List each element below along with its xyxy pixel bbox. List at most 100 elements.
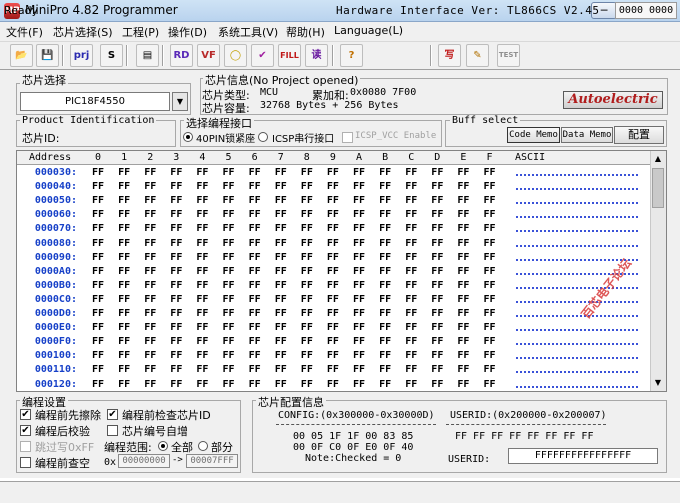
hex-byte-cell[interactable]: FF — [301, 364, 313, 375]
hex-byte-cell[interactable]: FF — [170, 364, 182, 375]
hex-byte-cell[interactable]: FF — [301, 266, 313, 277]
hex-byte-cell[interactable]: FF — [301, 252, 313, 263]
hex-byte-cell[interactable]: FF — [457, 350, 469, 361]
hex-byte-cell[interactable]: FF — [301, 223, 313, 234]
hex-byte-cell[interactable]: FF — [484, 280, 496, 291]
checkbox-pre-erase[interactable]: ✔ — [20, 409, 31, 420]
hex-byte-cell[interactable]: FF — [196, 322, 208, 333]
hex-byte-cell[interactable]: FF — [249, 209, 261, 220]
open-folder-icon[interactable]: 📂 — [10, 44, 33, 67]
hex-byte-cell[interactable]: FF — [196, 223, 208, 234]
hex-byte-cell[interactable]: FF — [405, 223, 417, 234]
hex-byte-cell[interactable]: FF — [92, 350, 104, 361]
hex-byte-cell[interactable]: FF — [327, 252, 339, 263]
hex-byte-cell[interactable]: FF — [379, 336, 391, 347]
checkbox-icsp-vcc[interactable] — [342, 132, 353, 143]
hex-byte-cell[interactable]: FF — [92, 266, 104, 277]
hex-byte-cell[interactable]: FF — [196, 266, 208, 277]
hex-byte-cell[interactable]: FF — [118, 223, 130, 234]
hex-byte-cell[interactable]: FF — [249, 223, 261, 234]
hex-byte-cell[interactable]: FF — [353, 379, 365, 390]
hex-byte-cell[interactable]: FF — [144, 294, 156, 305]
hex-byte-cell[interactable]: FF — [196, 364, 208, 375]
hex-byte-cell[interactable]: FF — [249, 322, 261, 333]
radio-40pin-label[interactable]: 40PIN锁紧座 — [196, 130, 255, 145]
blank-check-icon[interactable]: ◯ — [224, 44, 247, 67]
code-memo-button[interactable]: Code Memo — [507, 127, 560, 143]
hex-byte-cell[interactable]: FF — [275, 195, 287, 206]
test-icon[interactable]: TEST — [497, 44, 520, 67]
hex-byte-cell[interactable]: FF — [223, 167, 235, 178]
hex-byte-cell[interactable]: FF — [118, 336, 130, 347]
hex-byte-cell[interactable]: FF — [118, 195, 130, 206]
hex-byte-cell[interactable]: FF — [327, 266, 339, 277]
hex-byte-cell[interactable]: FF — [484, 350, 496, 361]
hex-byte-cell[interactable]: FF — [301, 195, 313, 206]
scroll-down-icon[interactable]: ▼ — [651, 376, 665, 390]
hex-byte-cell[interactable]: FF — [457, 181, 469, 192]
hex-byte-cell[interactable]: FF — [275, 379, 287, 390]
hex-byte-cell[interactable]: FF — [118, 209, 130, 220]
hex-byte-cell[interactable]: FF — [249, 364, 261, 375]
hex-byte-cell[interactable]: FF — [92, 379, 104, 390]
hex-byte-cell[interactable]: FF — [484, 167, 496, 178]
hex-byte-cell[interactable]: FF — [457, 322, 469, 333]
hex-byte-cell[interactable]: FF — [353, 350, 365, 361]
hex-byte-cell[interactable]: FF — [92, 195, 104, 206]
menu-file[interactable]: 文件(F) — [6, 24, 43, 40]
hex-byte-cell[interactable]: FF — [92, 252, 104, 263]
hex-byte-cell[interactable]: FF — [379, 238, 391, 249]
hex-byte-cell[interactable]: FF — [118, 167, 130, 178]
hex-byte-cell[interactable]: FF — [353, 181, 365, 192]
hex-byte-cell[interactable]: FF — [170, 167, 182, 178]
hex-byte-cell[interactable]: FF — [431, 252, 443, 263]
checkbox-serial-inc[interactable] — [107, 425, 118, 436]
hex-byte-cell[interactable]: FF — [170, 308, 182, 319]
hex-byte-cell[interactable]: FF — [249, 181, 261, 192]
hex-byte-cell[interactable]: FF — [144, 223, 156, 234]
hex-byte-cell[interactable]: FF — [118, 252, 130, 263]
hex-byte-cell[interactable]: FF — [144, 364, 156, 375]
hex-byte-cell[interactable]: FF — [327, 209, 339, 220]
hex-byte-cell[interactable]: FF — [405, 181, 417, 192]
hex-byte-cell[interactable]: FF — [431, 350, 443, 361]
hex-byte-cell[interactable]: FF — [275, 364, 287, 375]
hex-byte-cell[interactable]: FF — [301, 322, 313, 333]
hex-byte-cell[interactable]: FF — [92, 280, 104, 291]
userid-input[interactable]: FFFFFFFFFFFFFFFF — [508, 448, 658, 464]
hex-byte-cell[interactable]: FF — [118, 181, 130, 192]
chip-select-combobox[interactable]: PIC18F4550 — [20, 92, 170, 111]
hex-byte-cell[interactable]: FF — [170, 336, 182, 347]
hex-byte-cell[interactable]: FF — [223, 238, 235, 249]
hex-byte-cell[interactable]: FF — [353, 308, 365, 319]
hex-byte-cell[interactable]: FF — [275, 209, 287, 220]
menu-project[interactable]: 工程(P) — [122, 24, 159, 40]
hex-byte-cell[interactable]: FF — [327, 238, 339, 249]
hex-byte-cell[interactable]: FF — [327, 280, 339, 291]
hex-byte-cell[interactable]: FF — [223, 266, 235, 277]
verify-icon[interactable]: VF — [197, 44, 220, 67]
hex-byte-cell[interactable]: FF — [405, 280, 417, 291]
hex-byte-cell[interactable]: FF — [379, 266, 391, 277]
hex-byte-cell[interactable]: FF — [223, 181, 235, 192]
hex-byte-cell[interactable]: FF — [327, 336, 339, 347]
hex-byte-cell[interactable]: FF — [405, 364, 417, 375]
hex-byte-cell[interactable]: FF — [92, 294, 104, 305]
hex-byte-cell[interactable]: FF — [484, 364, 496, 375]
radio-range-part[interactable] — [198, 441, 208, 451]
hex-byte-cell[interactable]: FF — [327, 350, 339, 361]
hex-byte-cell[interactable]: FF — [457, 167, 469, 178]
hex-byte-cell[interactable]: FF — [223, 280, 235, 291]
hex-byte-cell[interactable]: FF — [144, 280, 156, 291]
hex-byte-cell[interactable]: FF — [249, 238, 261, 249]
hex-byte-cell[interactable]: FF — [431, 266, 443, 277]
hex-byte-cell[interactable]: FF — [484, 336, 496, 347]
hex-byte-cell[interactable]: FF — [275, 266, 287, 277]
hex-byte-cell[interactable]: FF — [249, 379, 261, 390]
hex-byte-cell[interactable]: FF — [327, 308, 339, 319]
hex-byte-cell[interactable]: FF — [144, 336, 156, 347]
data-memo-button[interactable]: Data Memo — [561, 127, 613, 143]
hex-byte-cell[interactable]: FF — [301, 350, 313, 361]
hex-byte-cell[interactable]: FF — [249, 252, 261, 263]
hex-byte-cell[interactable]: FF — [223, 209, 235, 220]
